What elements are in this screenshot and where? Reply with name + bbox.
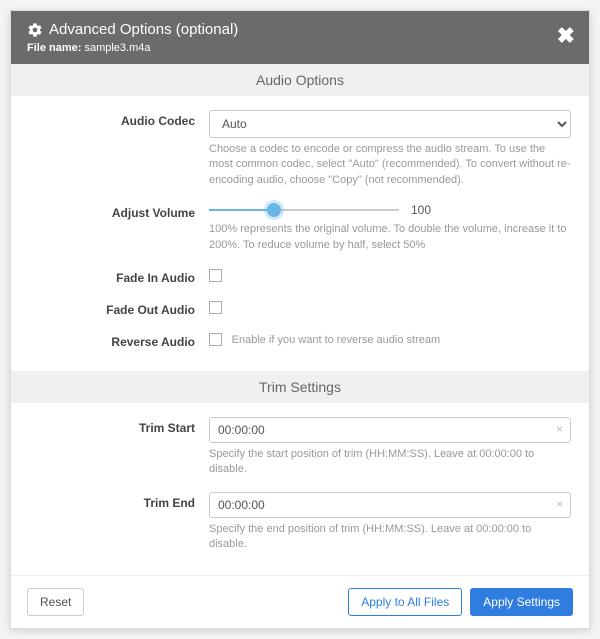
modal-title: Advanced Options (optional) xyxy=(49,21,238,38)
audio-codec-label: Audio Codec xyxy=(29,110,209,188)
modal-header: Advanced Options (optional) File name: s… xyxy=(11,11,589,64)
reverse-audio-label: Reverse Audio xyxy=(29,331,209,349)
volume-slider[interactable] xyxy=(209,202,399,218)
volume-help: 100% represents the original volume. To … xyxy=(209,222,571,253)
reverse-audio-help: Enable if you want to reverse audio stre… xyxy=(232,334,441,346)
volume-value: 100 xyxy=(411,203,441,217)
modal-footer: Reset Apply to All Files Apply Settings xyxy=(11,575,589,628)
file-name-label: File name: xyxy=(27,42,81,54)
audio-codec-select[interactable]: Auto xyxy=(209,110,571,138)
file-name-line: File name: sample3.m4a xyxy=(27,42,573,54)
apply-settings-button[interactable]: Apply Settings xyxy=(470,588,573,616)
audio-options-section: Audio Codec Auto Choose a codec to encod… xyxy=(11,96,589,371)
trim-start-label: Trim Start xyxy=(29,417,209,478)
advanced-options-modal: Advanced Options (optional) File name: s… xyxy=(10,10,590,629)
trim-end-help: Specify the end position of trim (HH:MM:… xyxy=(209,522,571,553)
trim-end-label: Trim End xyxy=(29,492,209,553)
apply-all-button[interactable]: Apply to All Files xyxy=(348,588,462,616)
fade-out-checkbox[interactable] xyxy=(209,301,222,314)
trim-start-help: Specify the start position of trim (HH:M… xyxy=(209,447,571,478)
clear-icon[interactable]: × xyxy=(556,497,563,511)
close-icon[interactable]: ✖ xyxy=(557,25,575,47)
file-name-value: sample3.m4a xyxy=(84,42,150,54)
fade-out-label: Fade Out Audio xyxy=(29,299,209,317)
reverse-audio-checkbox[interactable] xyxy=(209,333,222,346)
trim-start-input[interactable] xyxy=(209,417,571,443)
gear-icon xyxy=(27,22,43,38)
fade-in-checkbox[interactable] xyxy=(209,269,222,282)
trim-settings-section: Trim Start × Specify the start position … xyxy=(11,403,589,575)
reset-button[interactable]: Reset xyxy=(27,588,84,616)
adjust-volume-label: Adjust Volume xyxy=(29,202,209,253)
audio-codec-help: Choose a codec to encode or compress the… xyxy=(209,142,571,188)
fade-in-label: Fade In Audio xyxy=(29,267,209,285)
clear-icon[interactable]: × xyxy=(556,422,563,436)
audio-options-heading: Audio Options xyxy=(11,64,589,96)
trim-end-input[interactable] xyxy=(209,492,571,518)
trim-settings-heading: Trim Settings xyxy=(11,371,589,403)
slider-thumb[interactable] xyxy=(267,203,281,217)
